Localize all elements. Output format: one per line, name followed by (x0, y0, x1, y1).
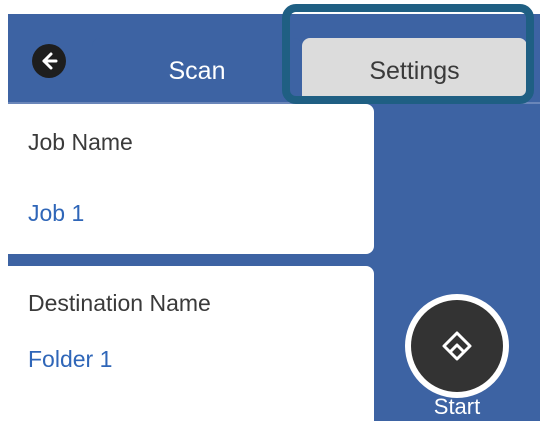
scan-screen: Scan Settings Job Name Job 1 Destination… (8, 14, 540, 421)
arrow-left-icon (42, 52, 58, 70)
back-button[interactable] (32, 44, 66, 78)
tab-scan[interactable]: Scan (92, 38, 302, 104)
start-label: Start (433, 394, 481, 419)
job-name-value: Job 1 (28, 200, 85, 226)
job-name-field[interactable]: Job Name Job 1 (8, 104, 374, 254)
destination-name-label: Destination Name (28, 290, 211, 316)
tab-settings[interactable]: Settings (302, 38, 527, 104)
job-name-label: Job Name (28, 129, 133, 155)
start-diamond-icon (442, 331, 472, 361)
tab-scan-label: Scan (168, 56, 226, 85)
tab-settings-label: Settings (369, 56, 460, 85)
destination-name-value: Folder 1 (28, 346, 113, 372)
start-button[interactable] (405, 294, 509, 398)
start-button-inner (411, 300, 503, 392)
destination-name-field[interactable]: Destination Name Folder 1 (8, 266, 374, 421)
